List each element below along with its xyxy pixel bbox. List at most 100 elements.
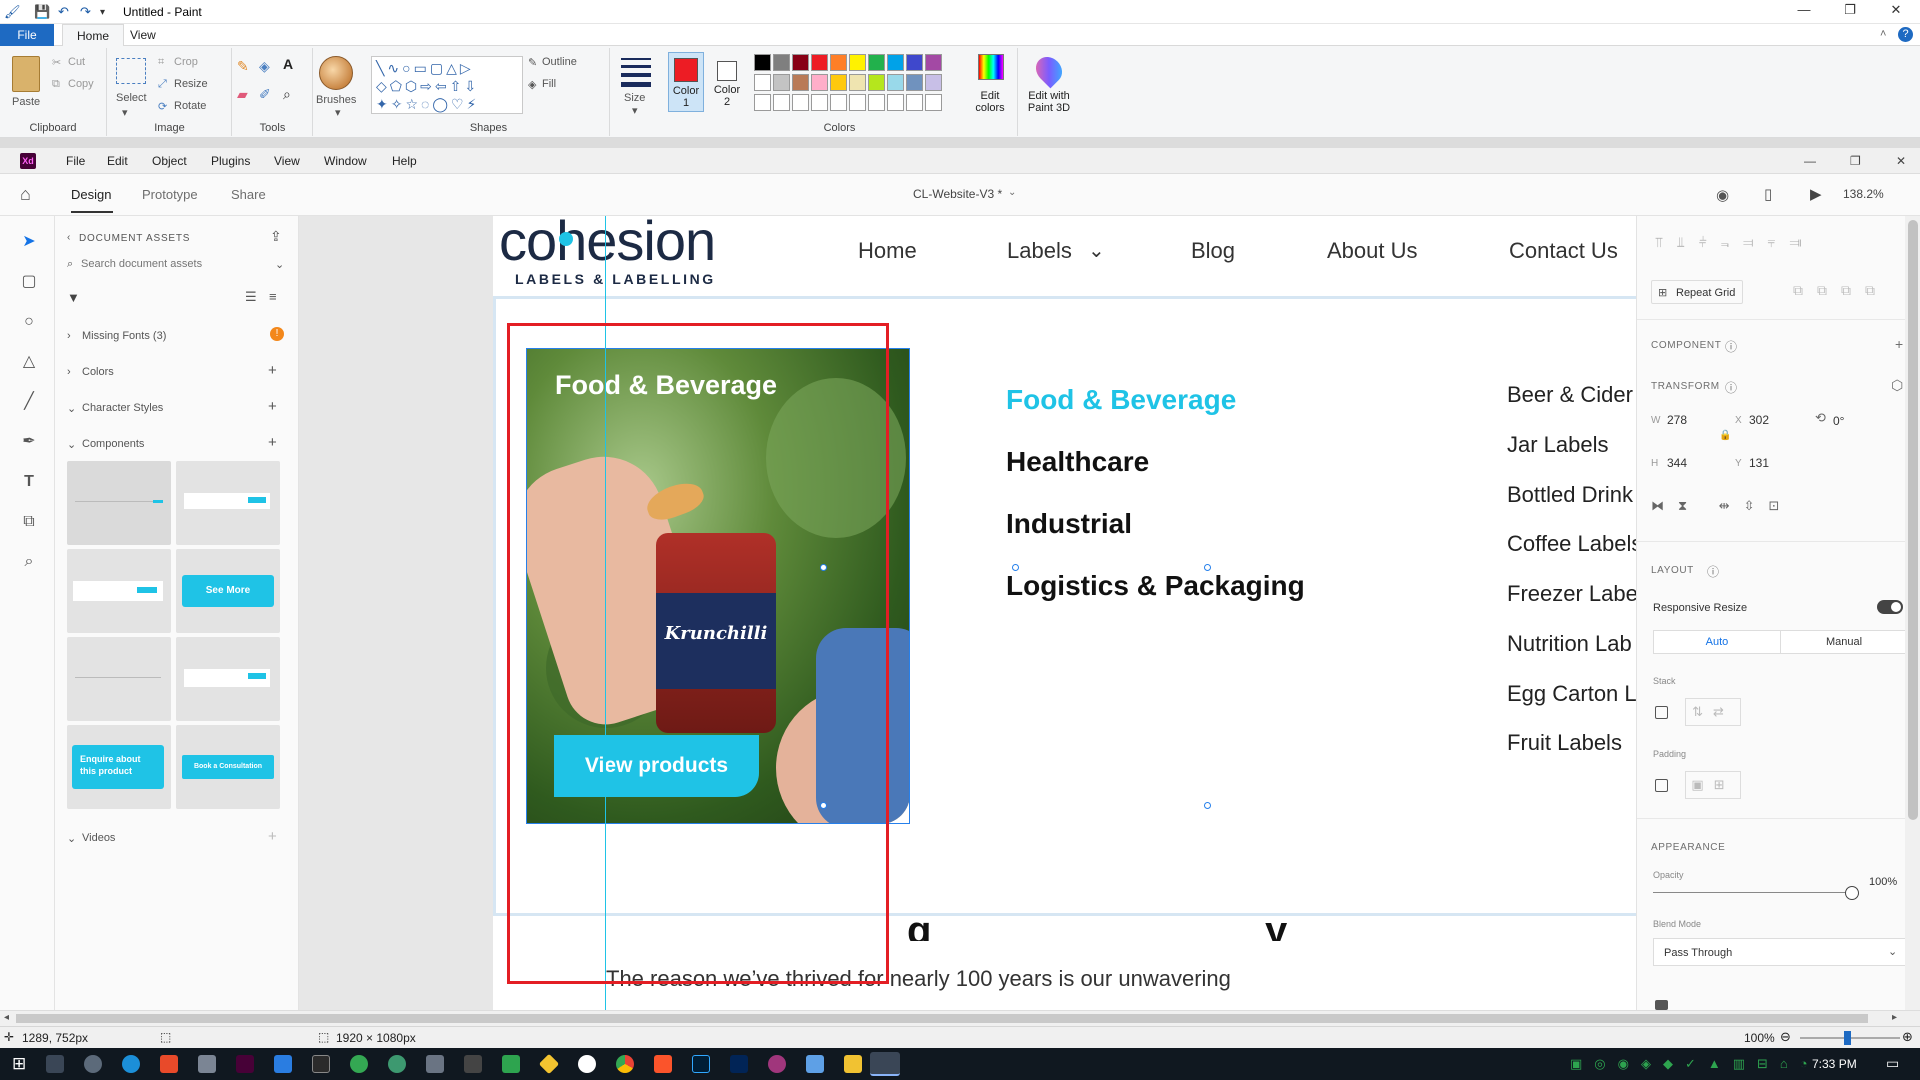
paint3d-label-2[interactable]: Paint 3D (1019, 102, 1079, 114)
layout-info-icon[interactable]: ⓘ (1707, 563, 1720, 580)
palette-swatch[interactable] (868, 74, 885, 91)
opacity-slider-thumb[interactable] (1845, 886, 1859, 900)
size-dropdown-icon[interactable]: ▾ (632, 104, 638, 117)
rotate-label[interactable]: Rotate (174, 100, 206, 112)
edge-icon[interactable] (122, 1055, 140, 1073)
palette-swatch[interactable] (925, 74, 942, 91)
system-clock[interactable]: 7:33 PM (1812, 1057, 1857, 1071)
photoshop-icon[interactable] (692, 1055, 710, 1073)
document-title-dropdown-icon[interactable]: ⌄ (1008, 187, 1016, 198)
lock-aspect-icon[interactable]: 🔒 (1719, 430, 1731, 441)
assets-search-input[interactable] (81, 254, 261, 274)
palette-swatch[interactable] (754, 94, 771, 111)
home-icon[interactable]: ⌂ (20, 184, 31, 205)
xd-restore-button[interactable]: ❐ (1850, 154, 1861, 168)
assets-search-dropdown-icon[interactable]: ⌄ (275, 258, 284, 271)
taskbar-app-icon[interactable] (274, 1055, 292, 1073)
palette-swatch[interactable] (849, 54, 866, 71)
sublink-bottled-drink[interactable]: Bottled Drink (1507, 482, 1633, 508)
tab-view[interactable]: View (116, 24, 170, 46)
sublink-freezer-label[interactable]: Freezer Label (1507, 581, 1636, 607)
auto-option[interactable]: Auto (1654, 631, 1780, 653)
opacity-slider-track[interactable] (1653, 892, 1853, 893)
height-field[interactable]: 344 (1667, 456, 1687, 470)
manual-option[interactable]: Manual (1781, 631, 1907, 653)
palette-swatch[interactable] (906, 94, 923, 111)
fill-bucket-icon[interactable]: ◈ (259, 58, 270, 75)
fill-label[interactable]: Fill (542, 78, 556, 90)
missing-fonts-row[interactable]: Missing Fonts (3) (82, 330, 166, 342)
palette-swatch[interactable] (868, 94, 885, 111)
cut-label[interactable]: Cut (68, 56, 85, 68)
list-view-icon[interactable]: ≡ (269, 289, 277, 304)
fill-checkbox[interactable] (1655, 1000, 1668, 1010)
resize-handle[interactable] (1204, 802, 1211, 809)
site-logo[interactable]: cohesion (499, 216, 716, 273)
brushes-label[interactable]: Brushes (316, 94, 356, 106)
add-color-icon[interactable]: + (268, 362, 277, 379)
filter-icon[interactable]: ▼ (67, 290, 80, 305)
palette-swatch[interactable] (830, 54, 847, 71)
menu-help[interactable]: Help (392, 154, 417, 168)
responsive-resize-toggle[interactable] (1877, 600, 1903, 614)
color2-button[interactable]: Color 2 (710, 52, 746, 112)
select-tool-icon[interactable]: ➤ (19, 232, 39, 252)
zoom-tool-icon[interactable]: ⌕ (19, 552, 39, 572)
menu-object[interactable]: Object (152, 154, 187, 168)
opacity-value[interactable]: 100% (1869, 876, 1897, 888)
x-field[interactable]: 302 (1749, 413, 1769, 427)
width-field[interactable]: 278 (1667, 413, 1687, 427)
mega-menu-logistics[interactable]: Logistics & Packaging (1006, 570, 1305, 602)
taskbar-app-icon[interactable] (160, 1055, 178, 1073)
padding-mode-icons[interactable]: ▣⊞ (1685, 771, 1741, 799)
component-tile-2[interactable] (176, 461, 280, 545)
taskbar-app-icon[interactable] (502, 1055, 520, 1073)
resize-label[interactable]: Resize (174, 78, 208, 90)
shapes-gallery[interactable]: ╲∿○▭▢△▷ ◇⬠⬡⇨⇦⇧⇩ ✦✧☆◌◯♡⚡ (371, 56, 523, 114)
nav-blog[interactable]: Blog (1191, 238, 1235, 264)
nav-contact[interactable]: Contact Us (1509, 238, 1618, 264)
component-tile-1[interactable] (67, 461, 171, 545)
transform-info-icon[interactable]: ⓘ (1725, 379, 1738, 396)
resize-handle[interactable] (1012, 564, 1019, 571)
tab-share[interactable]: Share (231, 187, 266, 202)
palette-swatch[interactable] (906, 54, 923, 71)
resize-handle[interactable] (1204, 564, 1211, 571)
redo-icon[interactable]: ↷ (80, 4, 91, 20)
boolean-ops-icons[interactable]: ⧉⧉⧉⧉ (1793, 282, 1889, 299)
palette-swatch[interactable] (754, 74, 771, 91)
videos-chevron-icon[interactable]: ⌄ (67, 832, 76, 845)
mega-menu-healthcare[interactable]: Healthcare (1006, 446, 1149, 478)
character-styles-row[interactable]: Character Styles (82, 402, 163, 414)
github-icon[interactable] (578, 1055, 596, 1073)
windows-start-icon[interactable]: ⊞ (12, 1054, 26, 1074)
h-scroll-thumb[interactable] (16, 1014, 1868, 1023)
component-tile-5[interactable] (67, 637, 171, 721)
inspector-scrollbar[interactable] (1905, 216, 1920, 1010)
rotation-field[interactable]: 0° (1833, 414, 1844, 428)
brushes-icon[interactable] (319, 56, 353, 90)
menu-file[interactable]: File (66, 154, 85, 168)
scroll-left-icon[interactable]: ◂ (4, 1012, 9, 1023)
magnifier-icon[interactable]: ⌕ (283, 86, 291, 103)
component-tile-see-more[interactable]: See More (176, 549, 280, 633)
menu-window[interactable]: Window (324, 154, 367, 168)
palette-swatch[interactable] (849, 94, 866, 111)
taskbar-app-icon[interactable] (464, 1055, 482, 1073)
select-icon[interactable] (116, 58, 146, 84)
help-icon[interactable]: ? (1898, 27, 1913, 42)
taskbar-app-icon[interactable] (84, 1055, 102, 1073)
videos-row[interactable]: Videos (82, 832, 115, 844)
menu-plugins[interactable]: Plugins (211, 154, 250, 168)
taskbar-app-icon[interactable] (350, 1055, 368, 1073)
palette-swatch[interactable] (792, 94, 809, 111)
palette-swatch[interactable] (887, 74, 904, 91)
palette-swatch[interactable] (811, 94, 828, 111)
nav-home[interactable]: Home (858, 238, 917, 264)
menu-view[interactable]: View (274, 154, 300, 168)
color1-button[interactable]: Color 1 (668, 52, 704, 112)
paint3d-icon[interactable] (1030, 51, 1068, 89)
artboard-tool-icon[interactable]: ⧉ (19, 512, 39, 532)
palette-swatch[interactable] (830, 94, 847, 111)
powershell-icon[interactable] (730, 1055, 748, 1073)
